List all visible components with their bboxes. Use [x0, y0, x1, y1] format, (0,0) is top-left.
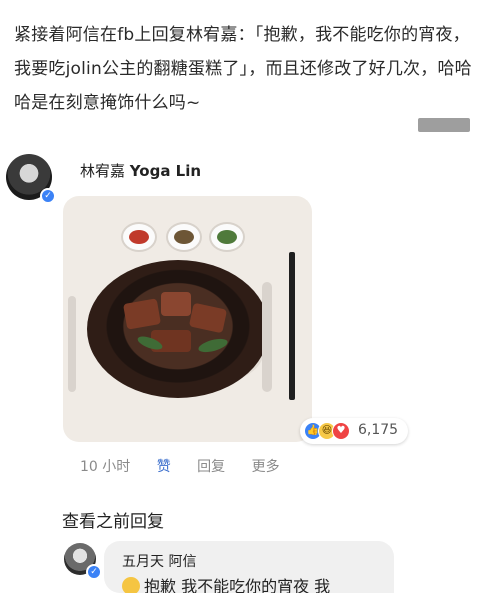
sauce-dish	[121, 222, 157, 252]
intro-text: 紧接着阿信在fb上回复林宥嘉：「抱歉，我不能吃你的宵夜，我要吃jolin公主的翻…	[14, 25, 472, 113]
reply-button[interactable]: 回复	[197, 459, 225, 475]
author-name-en[interactable]: Yoga Lin	[130, 162, 201, 180]
reply-author[interactable]: 五月天 阿信	[122, 551, 196, 571]
food-piece	[161, 292, 191, 316]
redaction-bar	[418, 118, 470, 132]
reaction-count: 6,175	[358, 422, 399, 438]
reply-text-content: 抱歉 我不能吃你的宵夜 我	[144, 577, 331, 593]
verified-badge-icon: ✓	[86, 564, 102, 580]
post-actions: 10 小时 赞 回复 更多	[80, 456, 302, 476]
more-button[interactable]: 更多	[252, 459, 280, 475]
love-reaction-icon: ♥	[332, 422, 350, 440]
reply-text: 抱歉 我不能吃你的宵夜 我	[122, 573, 330, 593]
noodle-bowl	[87, 260, 269, 398]
spoon	[262, 282, 272, 392]
flushed-face-emoji-icon	[122, 577, 140, 593]
see-previous-replies-link[interactable]: 查看之前回复	[62, 507, 164, 532]
like-button[interactable]: 赞	[157, 459, 171, 475]
verified-badge-icon: ✓	[40, 188, 56, 204]
post-author[interactable]: 林宥嘉 Yoga Lin	[80, 160, 201, 181]
reply-bubble: 五月天 阿信 抱歉 我不能吃你的宵夜 我	[104, 541, 394, 593]
post-photo[interactable]	[63, 196, 312, 442]
author-name-cn[interactable]: 林宥嘉	[80, 162, 125, 180]
spoon	[68, 296, 76, 392]
reactions-summary[interactable]: 👍 😆 ♥ 6,175	[300, 418, 408, 444]
post-time: 10 小时	[80, 459, 131, 475]
chopsticks	[289, 252, 295, 400]
sauce-dish	[209, 222, 245, 252]
sauce-dish	[166, 222, 202, 252]
